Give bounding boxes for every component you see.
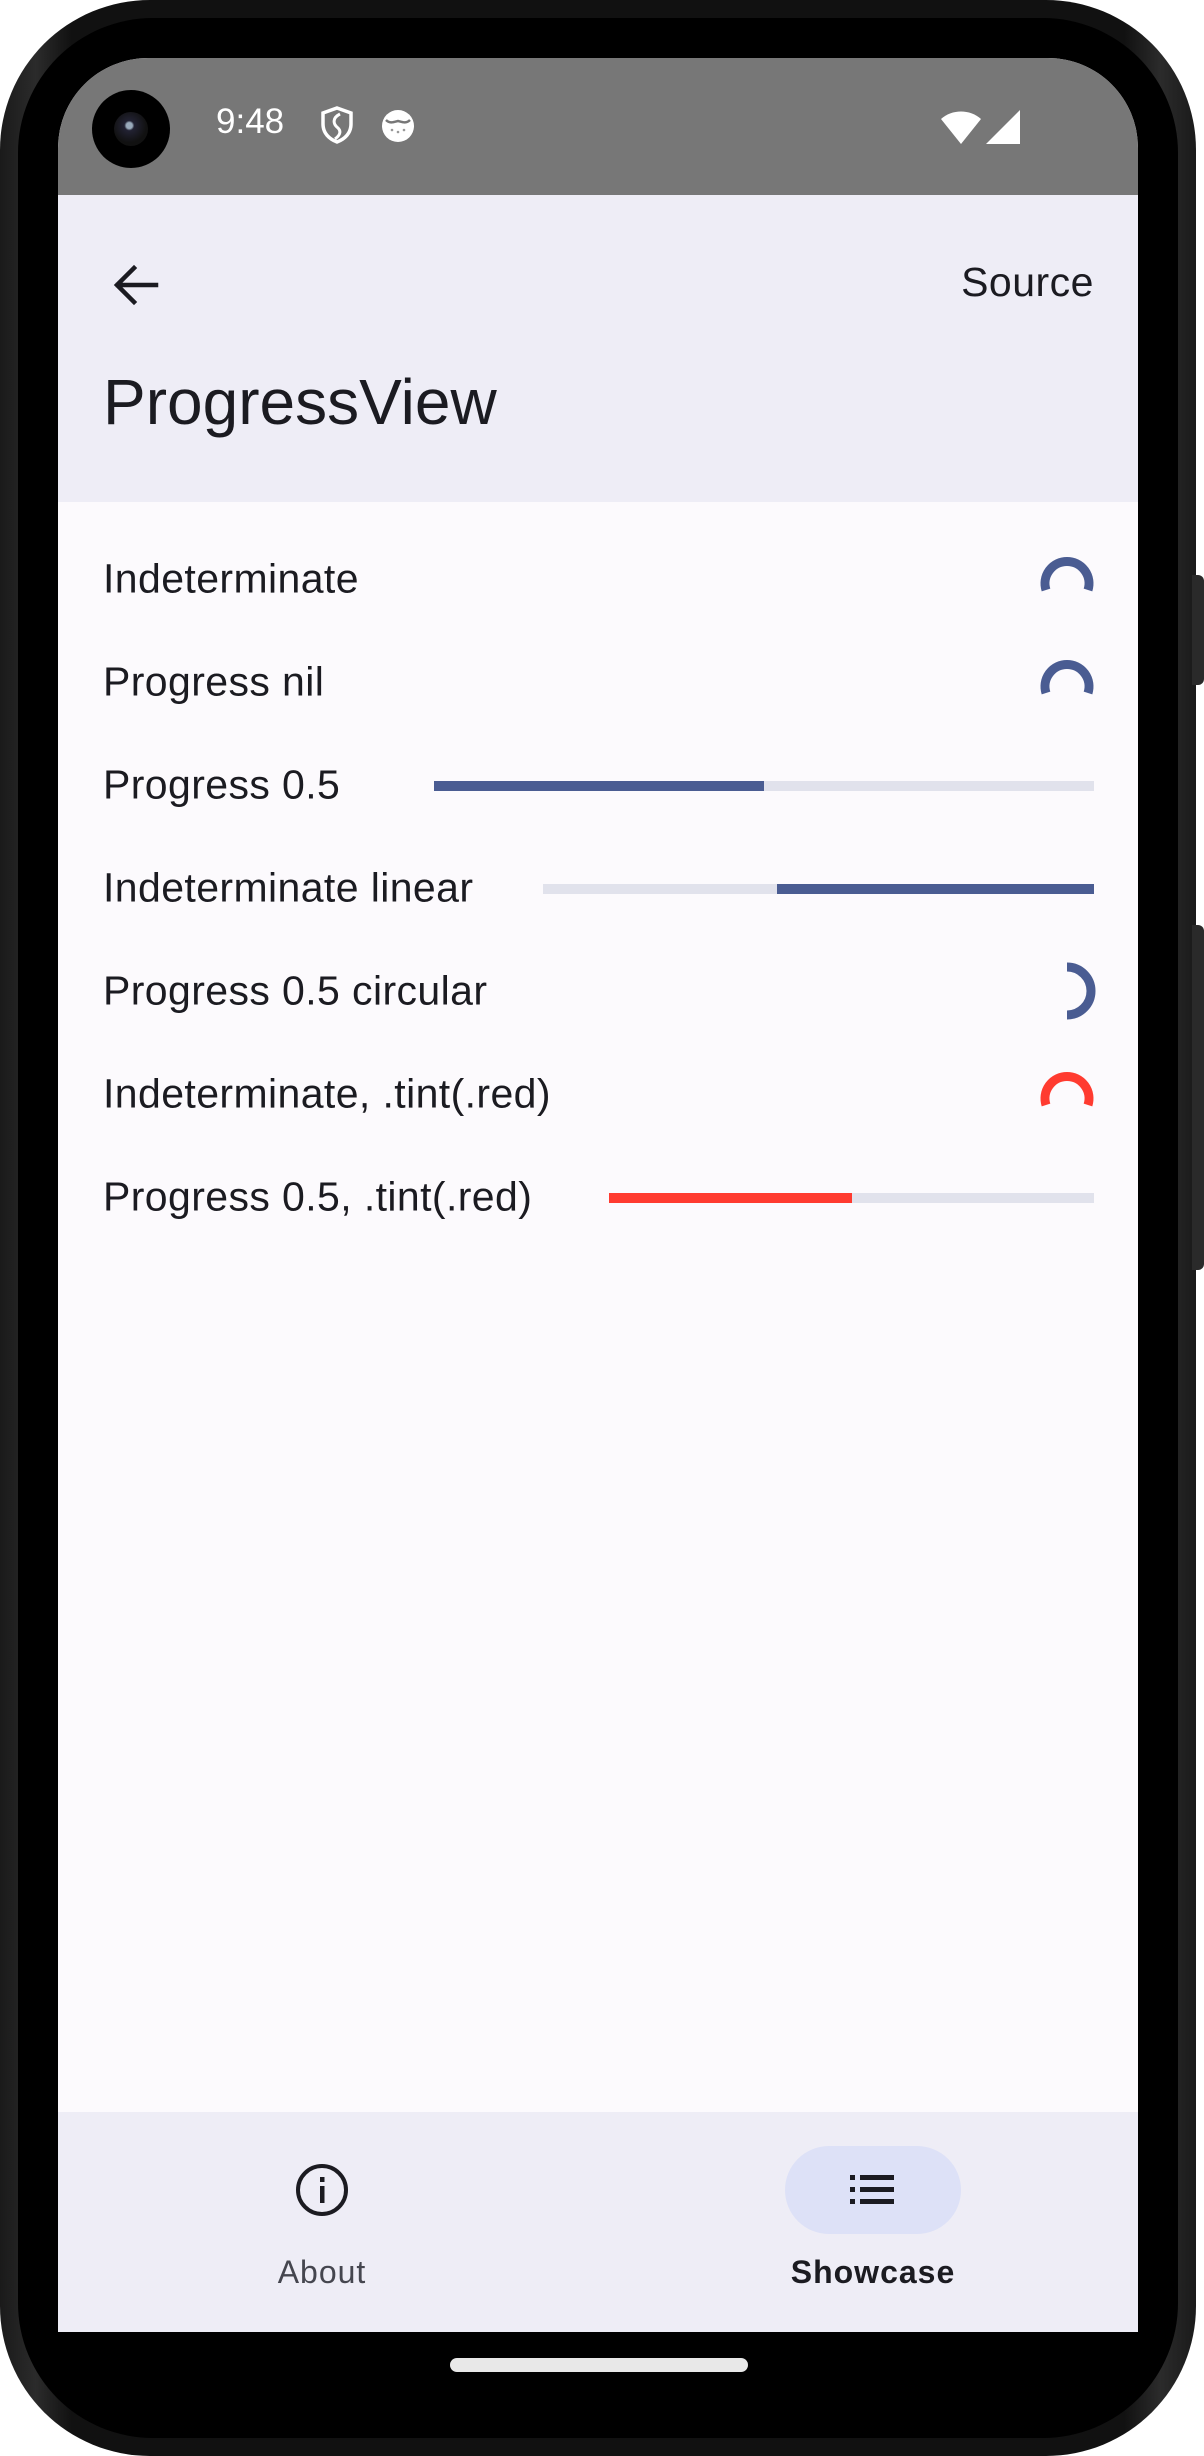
row-label: Progress nil (103, 658, 325, 704)
nav-item-about[interactable]: About (172, 2112, 472, 2332)
circular-progress-indicator (1040, 659, 1094, 694)
list-item-progress-nil: Progress nil (58, 630, 1138, 733)
nav-item-showcase[interactable]: Showcase (723, 2112, 1023, 2332)
arrow-left-icon (113, 264, 159, 306)
circular-progress-indicator (1066, 962, 1096, 1019)
linear-progress-track (543, 883, 1094, 894)
wifi-icon (941, 111, 981, 144)
shield-icon (321, 106, 353, 144)
page-title: ProgressView (103, 366, 497, 438)
camera-cutout (92, 90, 170, 168)
source-button[interactable]: Source (961, 259, 1094, 306)
list-item-progress-half-red: Progress 0.5, .tint(.red) (58, 1145, 1138, 1248)
row-label: Progress 0.5 circular (103, 967, 488, 1013)
circular-progress-indicator (1040, 556, 1094, 591)
row-label: Indeterminate linear (103, 864, 474, 910)
top-app-bar: Source ProgressView (58, 195, 1138, 502)
row-label: Indeterminate (103, 555, 359, 601)
app-notification-icon (382, 110, 414, 142)
linear-progress-fill (434, 780, 764, 791)
screen: 9:48 Source ProgressView Indeterminate P… (58, 58, 1138, 2332)
list-item-indeterminate-linear: Indeterminate linear (58, 836, 1138, 939)
bottom-navigation-bar: About Showcase (58, 2112, 1138, 2332)
row-label: Indeterminate, .tint(.red) (103, 1070, 551, 1116)
row-label: Progress 0.5 (103, 761, 341, 807)
status-bar: 9:48 (58, 58, 1138, 195)
back-button[interactable] (106, 255, 166, 315)
row-label: Progress 0.5, .tint(.red) (103, 1173, 533, 1219)
list-item-progress-half: Progress 0.5 (58, 733, 1138, 836)
list-item-indeterminate: Indeterminate (58, 527, 1138, 630)
nav-label: About (277, 2254, 367, 2290)
linear-progress-track (609, 1192, 1094, 1203)
list-item-progress-half-circular: Progress 0.5 circular (58, 939, 1138, 1042)
list-icon (850, 2175, 894, 2204)
linear-progress-indeterminate-segment (777, 883, 1094, 894)
circular-progress-indicator (1040, 1071, 1094, 1106)
status-time: 9:48 (216, 102, 285, 141)
cellular-signal-icon (986, 110, 1020, 144)
device-frame: 9:48 Source ProgressView Indeterminate P… (0, 0, 1204, 2456)
linear-progress-fill (609, 1192, 852, 1203)
power-button (1192, 575, 1204, 685)
volume-button (1192, 925, 1204, 1270)
linear-progress-track (434, 780, 1094, 791)
info-icon (296, 2164, 348, 2216)
list-item-indeterminate-red: Indeterminate, .tint(.red) (58, 1042, 1138, 1145)
nav-label: Showcase (790, 2254, 956, 2290)
home-indicator[interactable] (450, 2358, 748, 2372)
